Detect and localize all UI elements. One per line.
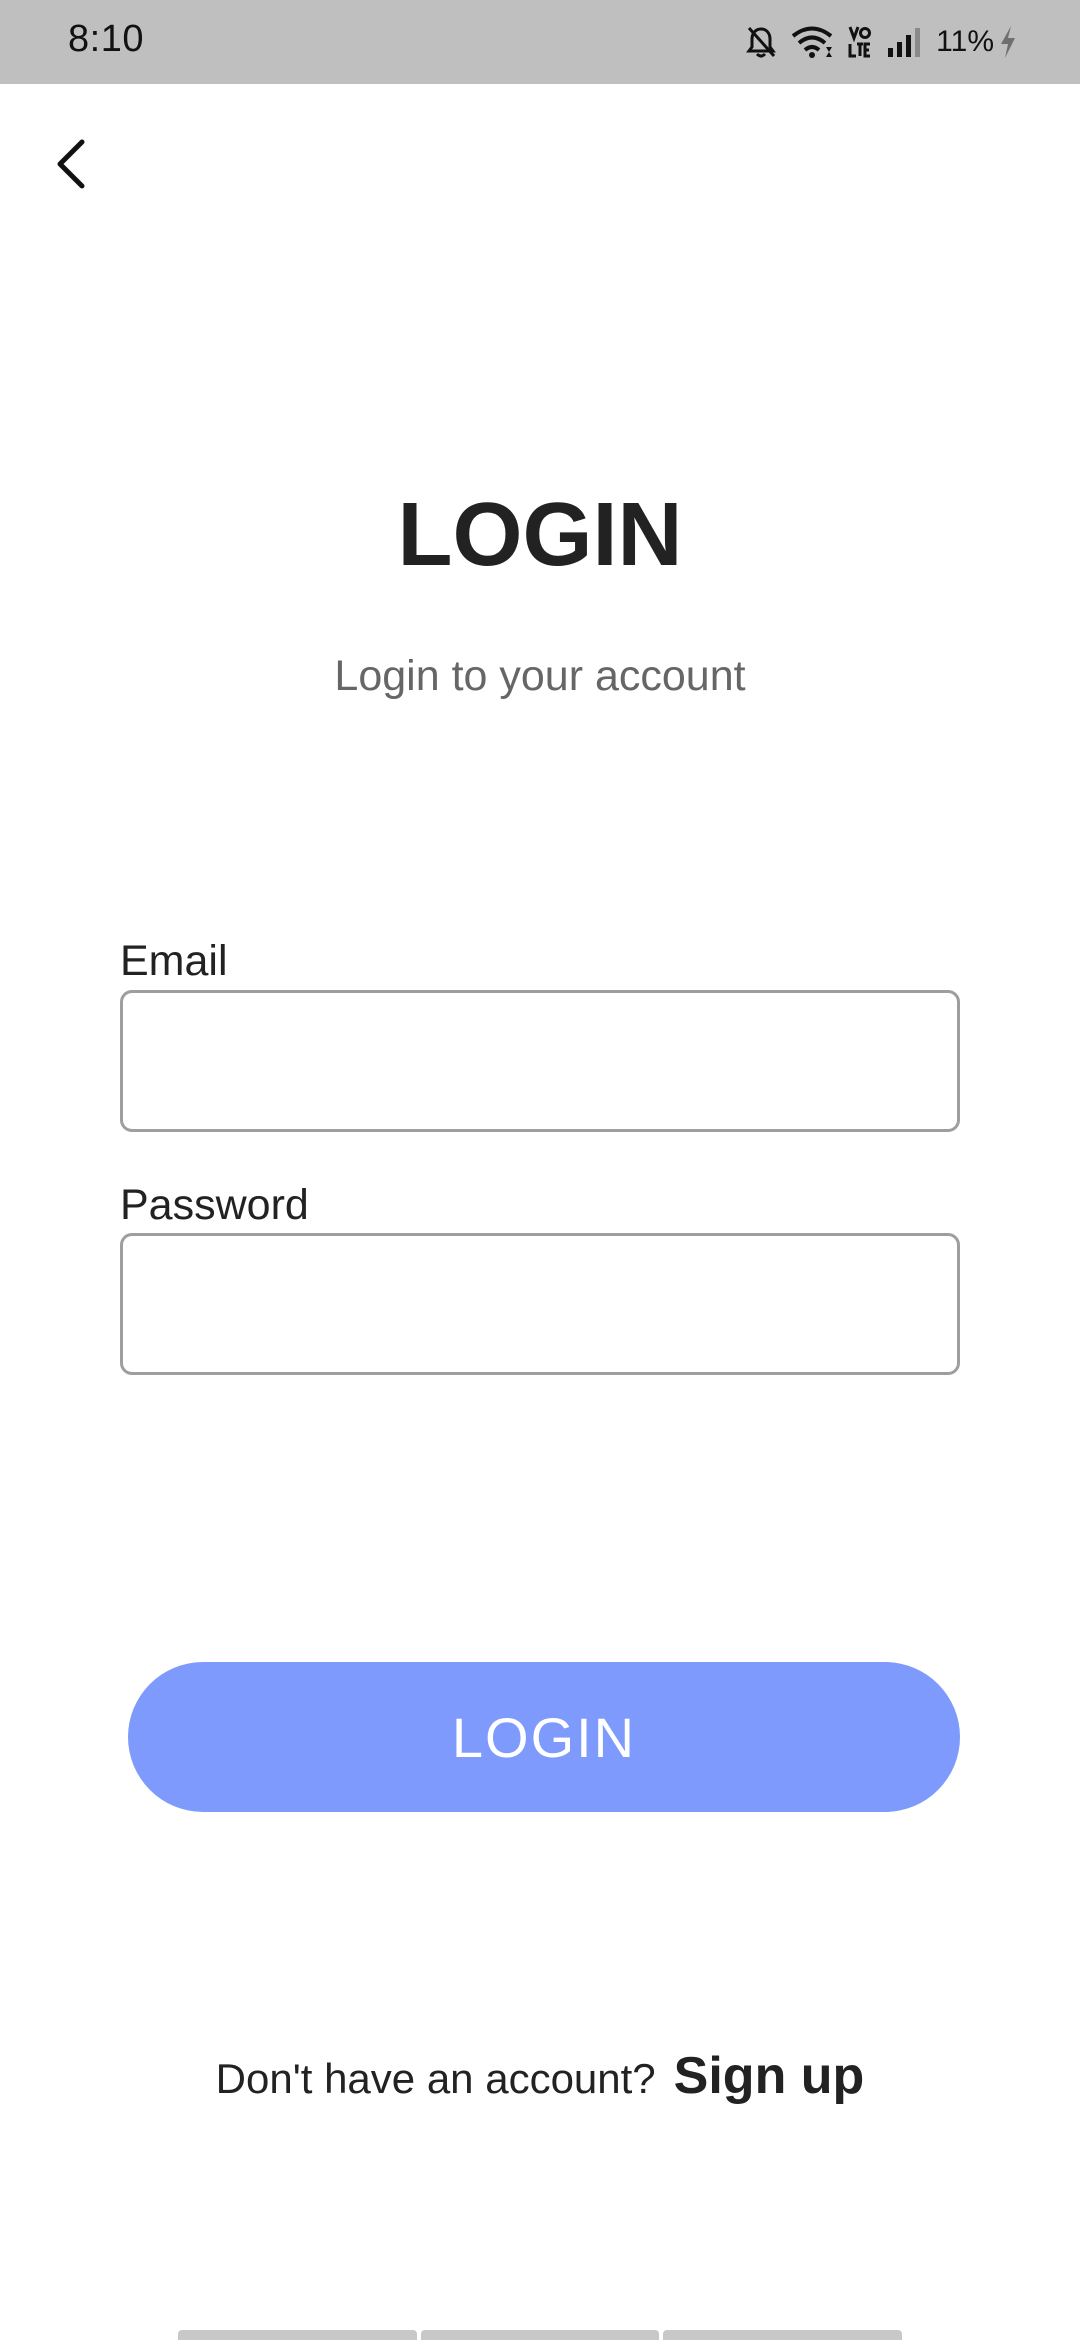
email-field[interactable] — [120, 990, 960, 1132]
signal-icon — [886, 26, 922, 58]
password-label: Password — [120, 1181, 309, 1229]
page-subtitle: Login to your account — [334, 652, 746, 700]
nav-segment — [178, 2330, 417, 2340]
wifi-icon — [790, 25, 834, 59]
page-title: LOGIN — [397, 485, 683, 585]
login-button[interactable]: LOGIN — [128, 1662, 960, 1812]
back-button[interactable] — [30, 126, 110, 206]
email-label: Email — [120, 937, 228, 985]
volte-icon — [848, 24, 872, 60]
status-bar: 8:10 11% — [0, 0, 1080, 84]
signup-prompt: Don't have an account? — [215, 2055, 656, 2102]
signup-row: Don't have an account? Sign up — [0, 2046, 1080, 2106]
charging-icon — [998, 24, 1018, 60]
signup-link[interactable]: Sign up — [674, 2046, 865, 2106]
status-time: 8:10 — [68, 18, 144, 60]
chevron-left-icon — [50, 136, 90, 197]
status-icons: 11% — [732, 18, 1018, 66]
nav-segment — [663, 2330, 903, 2340]
navigation-handle[interactable] — [178, 2330, 903, 2340]
bell-off-icon — [746, 25, 777, 59]
battery-level: 11% — [936, 25, 994, 58]
nav-segment — [420, 2330, 660, 2340]
password-field[interactable] — [120, 1233, 960, 1375]
